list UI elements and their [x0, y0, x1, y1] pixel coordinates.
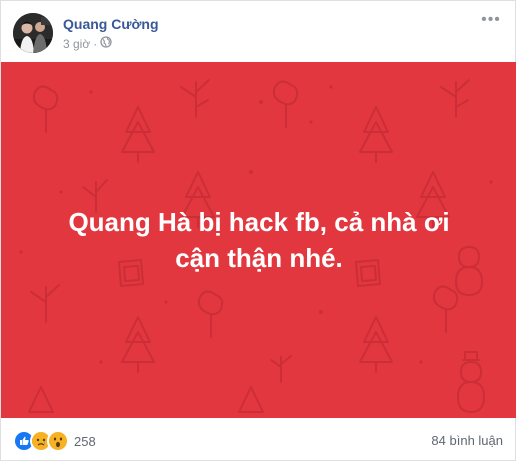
avatar[interactable] [13, 13, 53, 53]
author-name[interactable]: Quang Cường [63, 16, 159, 32]
reactions-summary[interactable]: 258 [13, 430, 96, 452]
more-options-icon[interactable]: ••• [479, 12, 503, 31]
post-header: Quang Cường 3 giờ · ••• [13, 12, 503, 57]
globe-icon [100, 36, 112, 51]
post-meta: 3 giờ · [63, 36, 112, 51]
reaction-count[interactable]: 258 [74, 434, 96, 449]
post-text-line-2: cận thận nhé. [175, 243, 343, 273]
post-background-card: Quang Hà bị hack fb, cả nhà ơi cận thận … [1, 62, 516, 418]
post-time[interactable]: 3 giờ [63, 37, 90, 51]
facebook-post: Quang Cường 3 giờ · ••• Quang Hà bị hack… [0, 0, 516, 461]
post-text: Quang Hà bị hack fb, cả nhà ơi cận thận … [21, 204, 497, 276]
comment-count-link[interactable]: 84 bình luận [431, 433, 503, 448]
wow-icon [47, 430, 69, 452]
post-footer: 258 84 bình luận [13, 428, 503, 454]
post-text-line-1: Quang Hà bị hack fb, cả nhà ơi [68, 207, 450, 237]
